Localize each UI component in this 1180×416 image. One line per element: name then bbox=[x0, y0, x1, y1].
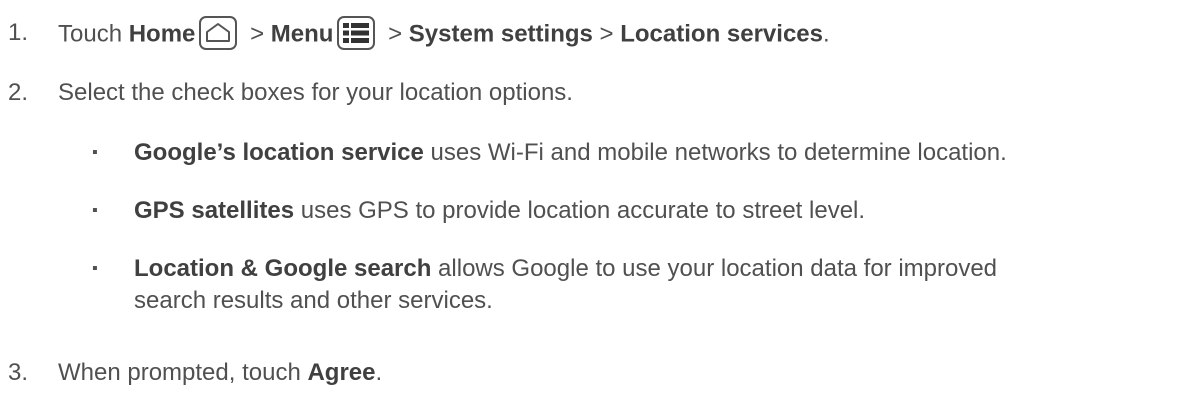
bullet-rest-line2: search results and other services. bbox=[134, 287, 493, 314]
step-number: 1. bbox=[8, 19, 29, 46]
bullet-bold: Google’s location service bbox=[134, 139, 424, 166]
bullet-bold: GPS satellites bbox=[134, 197, 295, 224]
bullet-rest: uses GPS to provide location accurate to… bbox=[294, 197, 866, 224]
home-label: Home bbox=[128, 20, 196, 48]
system-settings-label: System settings bbox=[408, 20, 593, 48]
menu-icon bbox=[337, 16, 376, 50]
bullet-bold: Location & Google search bbox=[134, 255, 432, 282]
step-number: 3. bbox=[8, 359, 29, 386]
bullet-text: Location & Google search allows Google t… bbox=[134, 254, 997, 284]
step-text: When prompted, touch Agree. bbox=[58, 358, 382, 388]
bullet-icon: ▪ bbox=[92, 202, 98, 219]
punctuation: . bbox=[823, 20, 830, 48]
step-prefix: When prompted, touch bbox=[58, 359, 308, 386]
agree-label: Agree bbox=[307, 359, 376, 386]
bullet-text: GPS satellites uses GPS to provide locat… bbox=[134, 196, 865, 226]
separator: > bbox=[592, 20, 621, 48]
bullet-icon: ▪ bbox=[92, 144, 98, 161]
home-icon bbox=[199, 16, 238, 50]
step-number: 2. bbox=[8, 79, 29, 106]
step-prefix: Touch bbox=[58, 20, 129, 48]
bullet-icon: ▪ bbox=[92, 260, 98, 277]
punctuation: . bbox=[375, 359, 383, 386]
separator: > bbox=[381, 20, 409, 48]
location-services-label: Location services bbox=[620, 20, 823, 48]
step-text: Touch Home > Menu > System settings > Lo… bbox=[58, 16, 830, 52]
bullet-rest: uses Wi-Fi and mobile networks to determ… bbox=[423, 139, 1007, 166]
bullet-text: Google’s location service uses Wi-Fi and… bbox=[134, 138, 1007, 168]
step-text: Select the check boxes for your location… bbox=[58, 79, 573, 106]
instructions-document: 1. Touch Home > Menu > System settings >… bbox=[0, 0, 1180, 416]
separator: > bbox=[243, 20, 271, 48]
bullet-rest: allows Google to use your location data … bbox=[431, 255, 998, 282]
menu-label: Menu bbox=[270, 20, 334, 48]
